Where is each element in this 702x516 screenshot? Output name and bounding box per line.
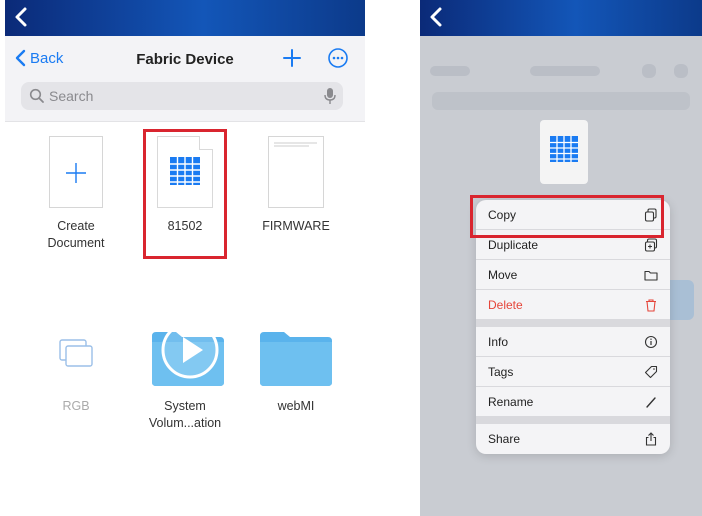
menu-item-rename[interactable]: Rename <box>476 387 670 417</box>
menu-label: Rename <box>488 394 534 409</box>
tag-icon <box>644 365 658 379</box>
play-icon[interactable] <box>160 320 220 380</box>
blurred-element <box>530 66 600 76</box>
spreadsheet-grid-icon <box>550 136 578 162</box>
document-text-icon <box>274 142 317 147</box>
duplicate-icon <box>644 238 658 252</box>
app-header-bar <box>5 0 365 36</box>
blurred-element <box>642 64 656 78</box>
search-input[interactable] <box>49 87 299 105</box>
page-title: Fabric Device <box>136 51 234 68</box>
menu-label: Duplicate <box>488 237 539 252</box>
context-menu-screen: Copy Duplicate Move Delete Info Tags Ren… <box>420 0 702 516</box>
create-document-item[interactable]: Create Document <box>26 136 126 256</box>
more-options-icon[interactable] <box>327 47 349 69</box>
file-label: System Volum...ation <box>148 399 222 430</box>
folder-item-system-volume[interactable]: System Volum...ation <box>135 320 235 432</box>
file-label: FIRMWARE <box>262 219 330 233</box>
menu-label: Share <box>488 432 521 446</box>
search-icon <box>29 88 44 103</box>
menu-label: Delete <box>488 297 523 312</box>
stacked-windows-icon <box>59 339 93 367</box>
search-field[interactable] <box>21 82 343 110</box>
menu-label: Tags <box>488 364 514 379</box>
app-header-bar <box>420 0 702 36</box>
pencil-icon <box>646 397 656 408</box>
info-icon <box>644 335 658 349</box>
menu-separator <box>476 417 670 424</box>
trash-icon <box>646 299 656 312</box>
file-label: Create Document <box>47 219 105 250</box>
plus-icon <box>66 163 86 183</box>
menu-label: Move <box>488 267 518 282</box>
menu-label: Info <box>488 334 509 349</box>
file-preview <box>540 120 588 184</box>
document-thumbnail <box>268 136 324 208</box>
files-screen: Back Fabric Device Search Create Documen… <box>5 0 365 450</box>
microphone-icon[interactable] <box>323 87 337 105</box>
menu-item-info[interactable]: Info <box>476 327 670 357</box>
menu-item-delete[interactable]: Delete <box>476 290 670 320</box>
highlight-box <box>143 129 227 259</box>
blurred-element <box>430 66 470 76</box>
menu-item-tags[interactable]: Tags <box>476 357 670 387</box>
folder-item-rgb[interactable]: RGB <box>26 322 126 432</box>
folder-icon <box>260 332 332 386</box>
menu-item-share[interactable]: Share <box>476 424 670 454</box>
chevron-left-icon[interactable] <box>426 5 448 29</box>
file-label: RGB <box>62 399 90 413</box>
menu-item-move[interactable]: Move <box>476 260 670 290</box>
folder-item-webmi[interactable]: webMI <box>246 322 346 432</box>
share-icon <box>645 432 657 446</box>
file-item-firmware[interactable]: FIRMWARE <box>246 136 346 256</box>
highlight-box <box>470 195 664 238</box>
blurred-background <box>430 62 695 82</box>
blurred-element <box>432 92 690 110</box>
plus-icon[interactable] <box>281 47 303 69</box>
blurred-element <box>674 64 688 78</box>
folder-icon <box>644 270 658 281</box>
navigation-bar: Back Fabric Device <box>5 36 365 82</box>
menu-separator <box>476 320 670 327</box>
chevron-left-icon[interactable] <box>11 5 33 29</box>
file-label: webMI <box>277 399 315 413</box>
create-document-thumbnail <box>49 136 103 208</box>
search-bar-area <box>5 82 365 122</box>
context-menu: Copy Duplicate Move Delete Info Tags Ren… <box>476 200 670 454</box>
